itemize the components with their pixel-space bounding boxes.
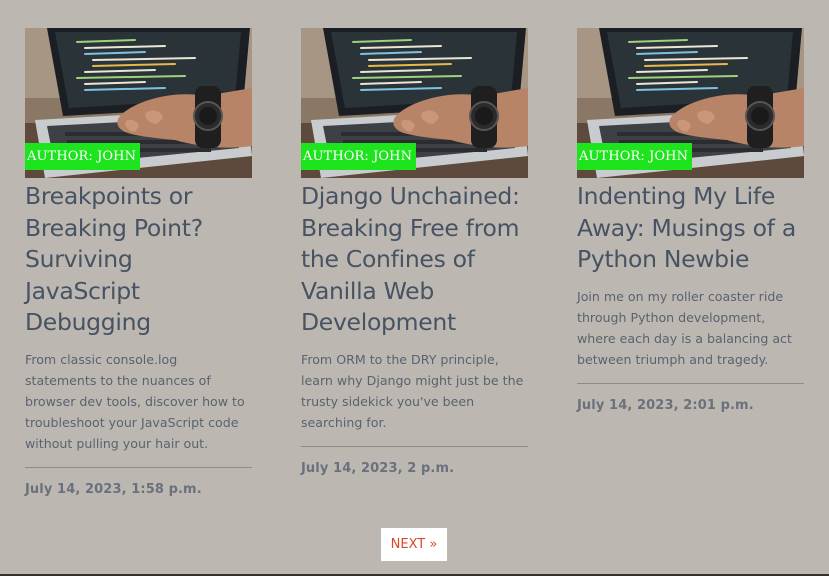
- next-page-button[interactable]: NEXT »: [381, 528, 447, 561]
- post-excerpt: From classic console.log statements to t…: [25, 351, 245, 451]
- author-badge: AUTHOR: JOHN: [25, 143, 141, 170]
- author-badge: AUTHOR: JOHN: [577, 143, 693, 170]
- post-thumbnail[interactable]: AUTHOR: JOHN: [301, 28, 528, 178]
- post-excerpt: Join me on my roller coaster ride throug…: [577, 288, 792, 367]
- divider: [301, 445, 528, 447]
- post-title[interactable]: Breakpoints or Breaking Point? Surviving…: [25, 181, 252, 339]
- post-date: July 14, 2023, 2:01 p.m.: [577, 397, 754, 413]
- post-excerpt: From ORM to the DRY principle, learn why…: [301, 351, 524, 430]
- author-badge: AUTHOR: JOHN: [301, 143, 417, 170]
- post-title[interactable]: Indenting My Life Away: Musings of a Pyt…: [577, 181, 804, 276]
- post-title[interactable]: Django Unchained: Breaking Free from the…: [301, 181, 528, 339]
- post-card: AUTHOR: JOHN Breakpoints or Breaking Poi…: [25, 28, 252, 497]
- post-thumbnail[interactable]: AUTHOR: JOHN: [577, 28, 804, 178]
- divider: [577, 382, 804, 384]
- post-thumbnail[interactable]: AUTHOR: JOHN: [25, 28, 252, 178]
- post-card: AUTHOR: JOHN Indenting My Life Away: Mus…: [577, 28, 804, 413]
- divider: [25, 466, 252, 468]
- post-card: AUTHOR: JOHN Django Unchained: Breaking …: [301, 28, 528, 476]
- post-date: July 14, 2023, 1:58 p.m.: [25, 481, 202, 497]
- post-date: July 14, 2023, 2 p.m.: [301, 460, 455, 476]
